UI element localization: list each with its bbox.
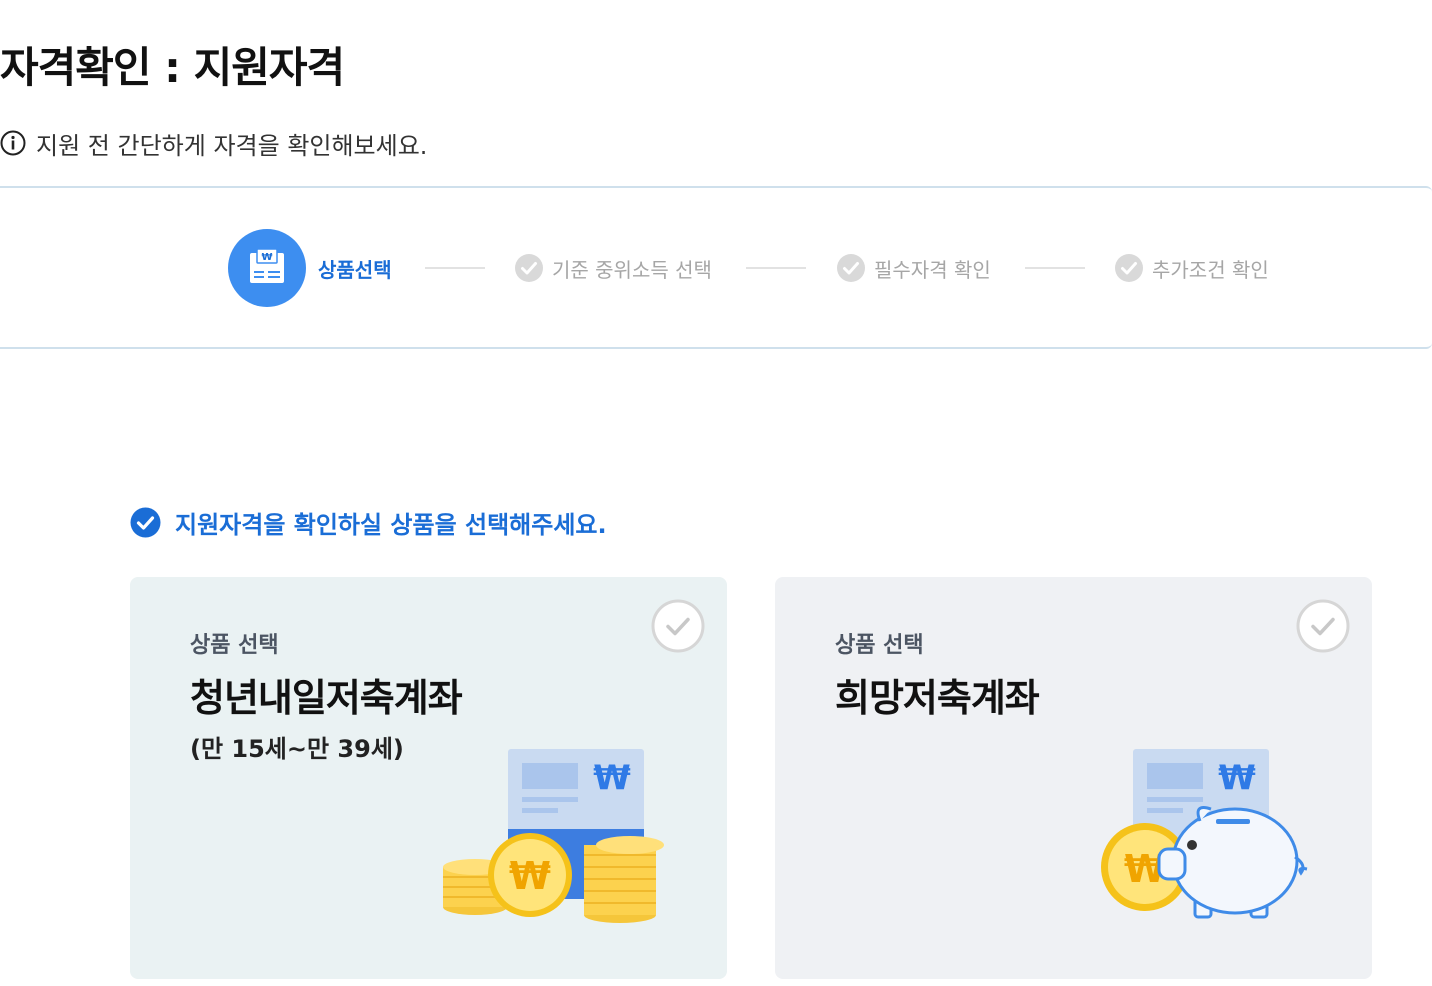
- won-symbol: ₩: [261, 252, 272, 263]
- select-check-icon[interactable]: [651, 599, 705, 653]
- step-label: 필수자격 확인: [874, 257, 991, 282]
- check-circle-filled-icon: [130, 507, 161, 537]
- info-icon: [0, 130, 26, 156]
- step-additional-conditions: 추가조건 확인: [1114, 252, 1269, 284]
- notice-text: 지원 전 간단하게 자격을 확인해보세요.: [36, 131, 428, 160]
- product-sub-label: 상품 선택: [835, 633, 924, 658]
- won-symbol: ₩: [509, 854, 551, 898]
- step-label: 상품선택: [318, 257, 392, 282]
- step-connector: [746, 267, 806, 269]
- step-label: 기준 중위소득 선택: [552, 257, 712, 282]
- product-card-youth-savings[interactable]: 상품 선택 청년내일저축계좌 (만 15세~만 39세) ₩ ₩: [130, 577, 727, 979]
- step-connector: [1025, 267, 1085, 269]
- check-circle-icon: [837, 254, 865, 282]
- product-age-range: (만 15세~만 39세): [190, 735, 404, 763]
- step-product-select: 상품선택: [318, 252, 392, 284]
- product-name: 희망저축계좌: [835, 676, 1040, 720]
- page-title: 자격확인 : 지원자격: [0, 43, 345, 92]
- step-required-qualification: 필수자격 확인: [836, 252, 991, 284]
- won-symbol: ₩: [593, 758, 631, 798]
- product-card-hope-savings[interactable]: 상품 선택 희망저축계좌 ₩ ₩: [775, 577, 1372, 979]
- step-label: 추가조건 확인: [1152, 257, 1269, 282]
- notice: 지원 전 간단하게 자격을 확인해보세요.: [0, 126, 427, 160]
- step-median-income: 기준 중위소득 선택: [514, 252, 712, 284]
- bankbook-coins-icon: ₩ ₩: [443, 749, 664, 923]
- check-circle-icon: [1115, 254, 1143, 282]
- bankbook-piggybank-icon: ₩ ₩: [1101, 749, 1308, 919]
- product-sub-label: 상품 선택: [190, 633, 279, 658]
- won-symbol: ₩: [1218, 758, 1256, 798]
- progress-stepper: ₩ 상품선택 기준 중위소득 선택 필수자격 확인 추가조건 확인: [0, 186, 1432, 349]
- select-check-icon[interactable]: [1296, 599, 1350, 653]
- check-circle-icon: [515, 254, 543, 282]
- product-name: 청년내일저축계좌: [190, 676, 463, 720]
- product-document-icon: ₩: [228, 229, 306, 307]
- instruction-text: 지원자격을 확인하실 상품을 선택해주세요.: [175, 510, 607, 539]
- step-connector: [425, 267, 485, 269]
- instruction: 지원자격을 확인하실 상품을 선택해주세요.: [130, 504, 607, 540]
